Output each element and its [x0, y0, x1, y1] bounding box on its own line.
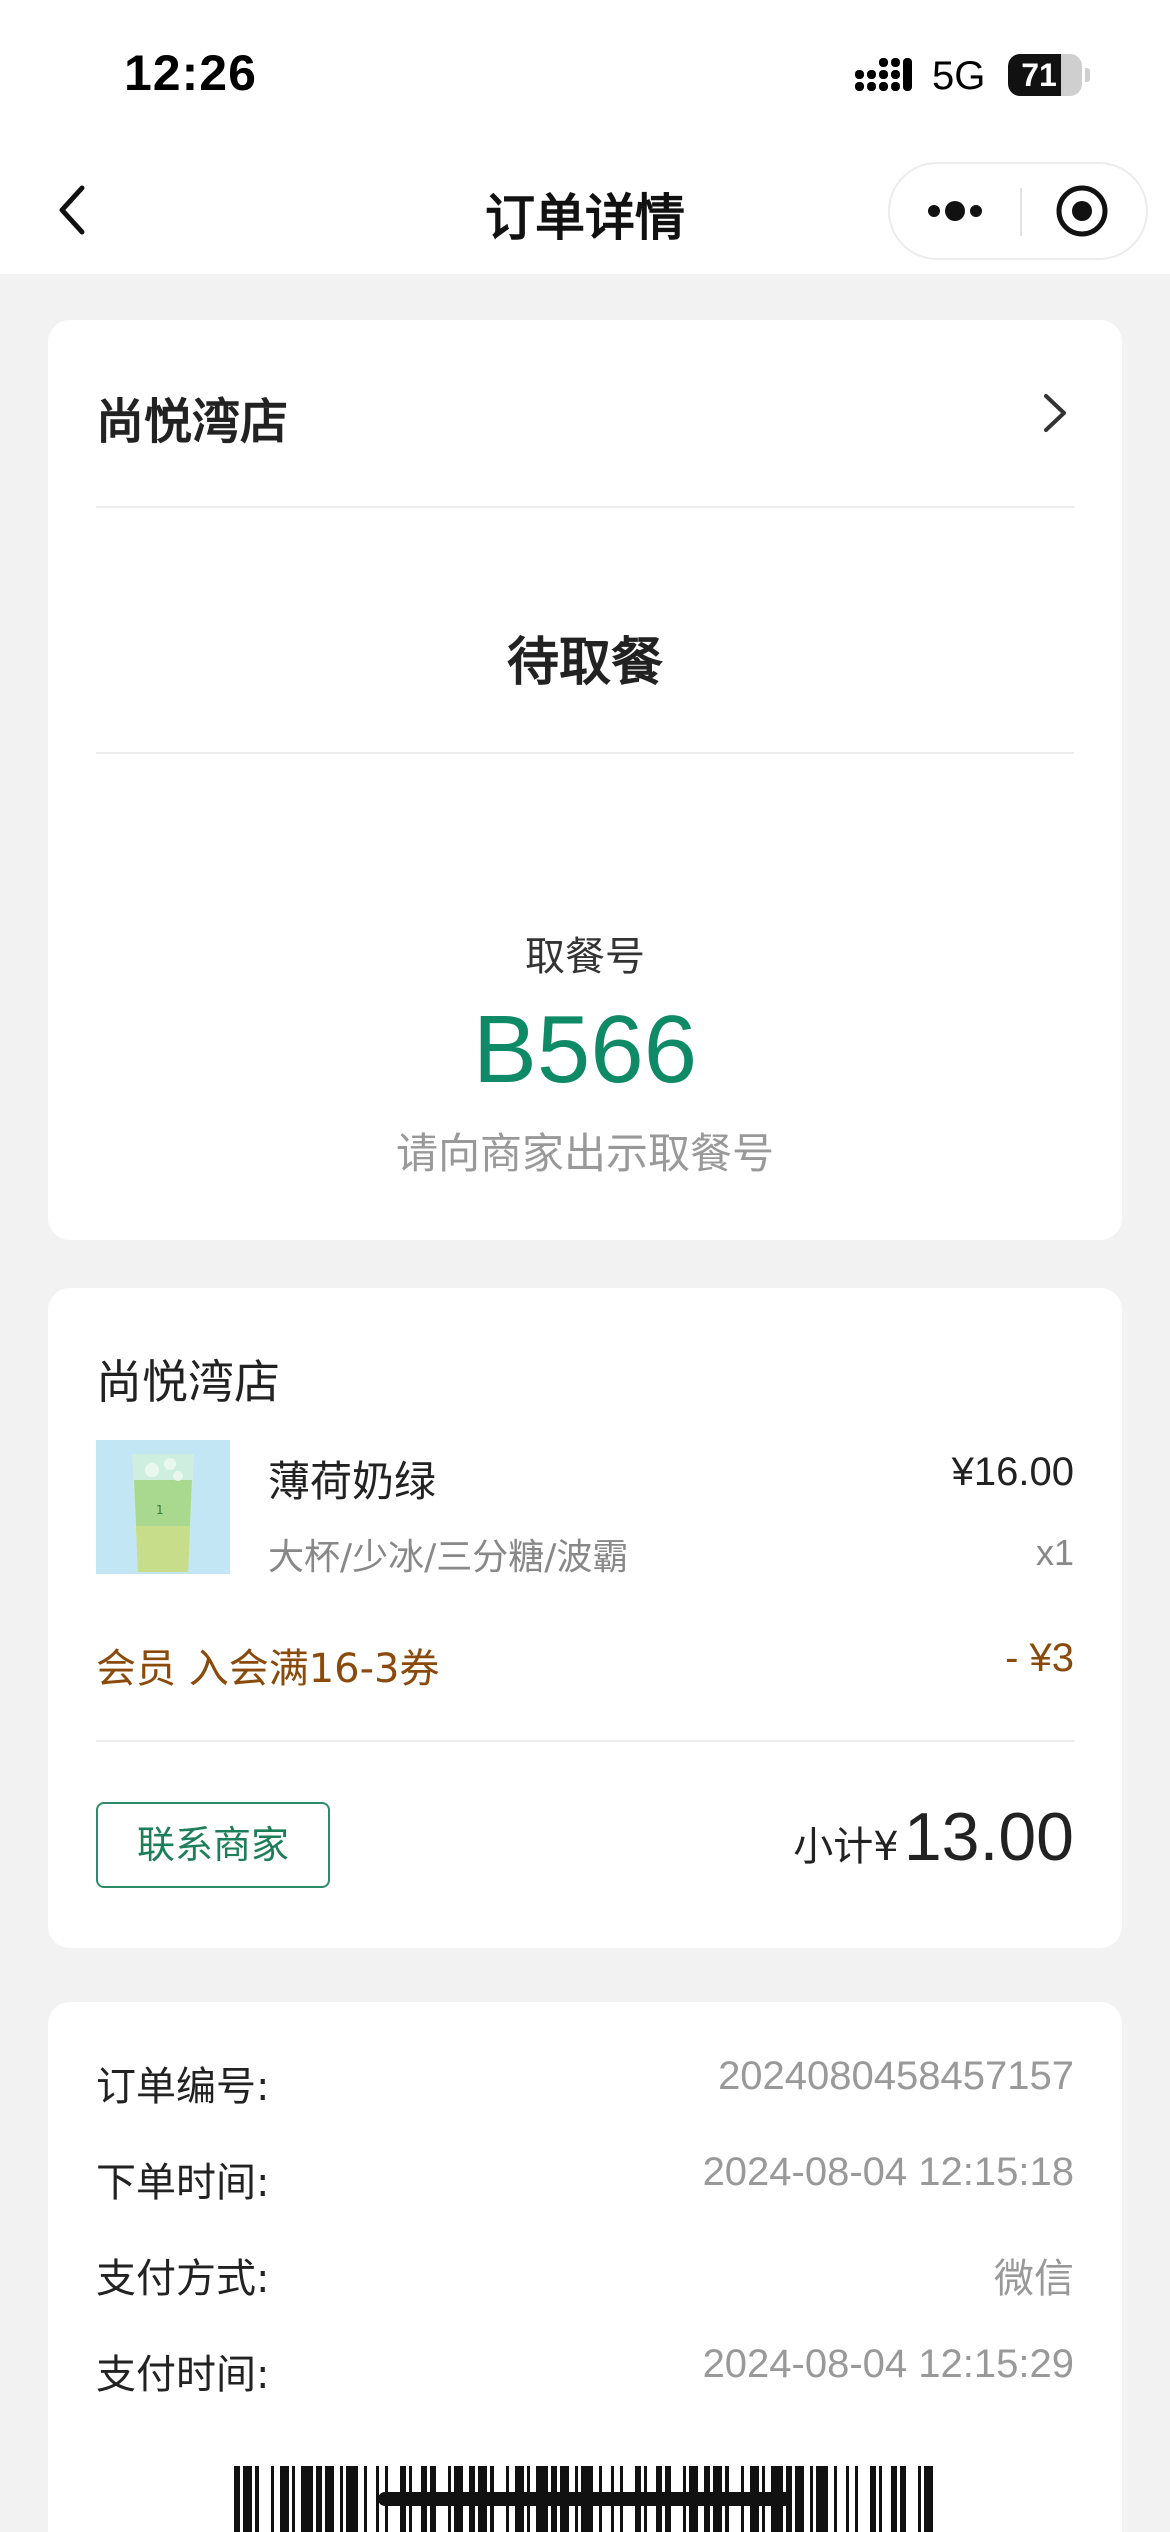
store-name: 尚悦湾店	[96, 394, 289, 450]
milk-tea-cup-image: 1	[96, 1440, 230, 1574]
barcode-bar	[243, 2466, 252, 2532]
battery-icon: 71	[1008, 54, 1090, 96]
store-row[interactable]: 尚悦湾店	[96, 382, 1074, 452]
barcode-bar	[846, 2466, 849, 2532]
barcode-bar	[870, 2466, 876, 2532]
product-price: ¥16.00	[951, 1450, 1074, 1494]
info-label: 订单编号:	[96, 2064, 270, 2110]
product-image: 1	[96, 1440, 230, 1574]
barcode-bar	[316, 2466, 322, 2532]
subtotal-label: 小计¥	[793, 1824, 899, 1870]
subtotal: 小计¥ 13.00	[793, 1798, 1074, 1888]
pickup-label: 取餐号	[525, 934, 645, 980]
divider	[96, 506, 1074, 508]
signal-icon	[855, 58, 912, 91]
target-circle-icon[interactable]	[1022, 164, 1148, 258]
info-row-payment-time: 支付时间: 2024-08-04 12:15:29	[96, 2342, 1074, 2402]
battery-level: 71	[1021, 57, 1057, 93]
barcode-bar	[900, 2466, 906, 2532]
barcode-bar	[810, 2466, 813, 2532]
chevron-right-icon	[1044, 394, 1066, 432]
discount-label: 会员 入会满16-3券	[96, 1646, 440, 1692]
product-spec: 大杯/少冰/三分糖/波霸	[268, 1537, 629, 1578]
barcode-bar	[292, 2466, 295, 2532]
barcode-bar	[891, 2466, 897, 2532]
payment-time: 2024-08-04 12:15:29	[702, 2342, 1074, 2386]
info-row-order-time: 下单时间: 2024-08-04 12:15:18	[96, 2150, 1074, 2210]
subtotal-amount: 13.00	[903, 1799, 1074, 1875]
barcode-bar	[855, 2466, 858, 2532]
network-label: 5G	[932, 54, 986, 98]
contact-merchant-button[interactable]: 联系商家	[96, 1802, 330, 1888]
barcode-bar	[918, 2466, 921, 2532]
barcode-bar	[816, 2466, 828, 2532]
barcode-bar	[924, 2466, 933, 2532]
discount-amount: - ¥3	[1005, 1636, 1074, 1680]
order-info-card: 订单编号: 2024080458457157 下单时间: 2024-08-04 …	[48, 2002, 1122, 2532]
divider	[96, 752, 1074, 754]
info-label: 支付方式:	[96, 2256, 270, 2302]
barcode-bar	[280, 2466, 289, 2532]
status-time: 12:26	[124, 45, 257, 101]
barcode-bar	[301, 2466, 313, 2532]
barcode-bar	[340, 2466, 343, 2532]
product-name: 薄荷奶绿	[268, 1457, 437, 1506]
payment-method: 微信	[994, 2256, 1074, 2302]
home-indicator[interactable]	[378, 2492, 792, 2506]
barcode-bar	[879, 2466, 882, 2532]
barcode-bar	[271, 2466, 274, 2532]
nav-bar: 订单详情	[0, 150, 1170, 274]
pickup-code: B566	[472, 996, 698, 1103]
pickup-hint: 请向商家出示取餐号	[395, 1129, 774, 1178]
more-dots-icon[interactable]	[890, 164, 1020, 258]
barcode-bar	[346, 2466, 358, 2532]
barcode-bar	[234, 2466, 240, 2532]
order-number: 2024080458457157	[718, 2054, 1074, 2098]
pickup-card: 尚悦湾店 待取餐 取餐号 B566 请向商家出示取餐号	[48, 320, 1122, 1240]
product-qty: x1	[1035, 1532, 1074, 1573]
barcode-bar	[364, 2466, 367, 2532]
mini-program-capsule	[888, 162, 1148, 260]
barcode-bar	[255, 2466, 259, 2532]
info-label: 下单时间:	[96, 2160, 270, 2206]
svg-text:1: 1	[156, 1503, 164, 1517]
barcode-bar	[325, 2466, 334, 2532]
info-label: 支付时间:	[96, 2352, 270, 2398]
divider	[96, 1740, 1074, 1742]
status-bar: 12:26 5G 71	[0, 0, 1170, 150]
info-row-order-number: 订单编号: 2024080458457157	[96, 2054, 1074, 2114]
order-items-card: 尚悦湾店 1 薄荷奶绿 大杯/少冰/三分糖/波霸 ¥16.00 x1 会员 入会…	[48, 1288, 1122, 1948]
order-time: 2024-08-04 12:15:18	[702, 2150, 1074, 2194]
info-row-payment-method: 支付方式: 微信	[96, 2246, 1074, 2306]
order-status: 待取餐	[506, 633, 663, 693]
barcode-bar	[834, 2466, 837, 2532]
order-store-name: 尚悦湾店	[96, 1355, 280, 1409]
barcode-bar	[795, 2466, 804, 2532]
